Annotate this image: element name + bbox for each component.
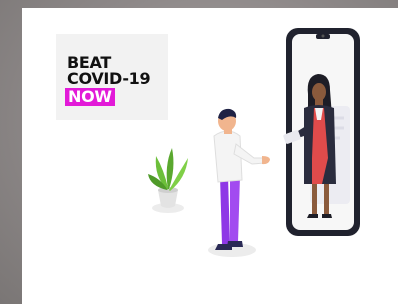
content-card: BEAT COVID-19 NOW bbox=[22, 8, 398, 304]
telemedicine-illustration bbox=[148, 28, 360, 257]
screenshot-background: BEAT COVID-19 NOW bbox=[0, 0, 398, 304]
plant-icon bbox=[148, 148, 188, 208]
patient-icon bbox=[213, 108, 270, 250]
